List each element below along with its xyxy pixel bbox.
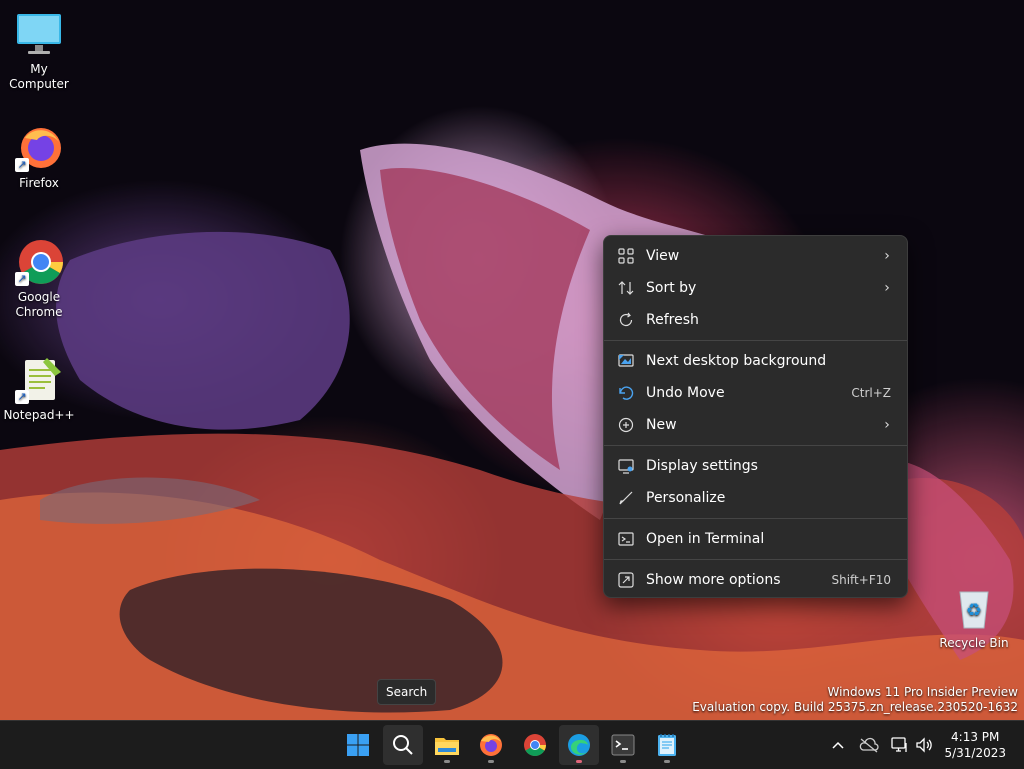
- evaluation-watermark: Windows 11 Pro Insider Preview Evaluatio…: [692, 685, 1018, 715]
- running-indicator: [664, 760, 670, 763]
- menu-item-label: New: [646, 417, 677, 433]
- taskbar-terminal[interactable]: [603, 725, 643, 765]
- taskbar-notepad[interactable]: [647, 725, 687, 765]
- chevron-right-icon: ›: [884, 280, 890, 296]
- volume-icon: [916, 737, 932, 753]
- menu-item-label: Show more options: [646, 572, 781, 588]
- running-indicator: [620, 760, 626, 763]
- taskbar: 4:13 PM 5/31/2023: [0, 720, 1024, 769]
- menu-item-label: View: [646, 248, 680, 264]
- sort-icon: [606, 280, 646, 296]
- running-indicator: [444, 760, 450, 763]
- view-grid-icon: [606, 248, 646, 264]
- menu-item-sort-by[interactable]: Sort by ›: [604, 272, 907, 304]
- shortcut-arrow-icon: ↗: [15, 390, 29, 404]
- search-icon: [393, 735, 413, 755]
- clock-date: 5/31/2023: [944, 746, 1006, 760]
- onedrive-icon: [859, 737, 879, 753]
- menu-separator: [604, 340, 907, 341]
- desktop-icon-label: Recycle Bin: [939, 636, 1009, 650]
- desktop-icon-google-chrome[interactable]: ↗ Google Chrome: [0, 238, 78, 320]
- menu-item-personalize[interactable]: Personalize: [604, 482, 907, 514]
- menu-item-refresh[interactable]: Refresh: [604, 304, 907, 336]
- desktop-icon-label: Firefox: [19, 176, 59, 190]
- onedrive-button[interactable]: [859, 735, 879, 755]
- new-plus-icon: [606, 417, 646, 433]
- terminal-icon: [611, 734, 635, 756]
- desktop-icon-recycle-bin[interactable]: ♻ Recycle Bin: [935, 584, 1013, 651]
- running-indicator: [488, 760, 494, 763]
- menu-item-label: Undo Move: [646, 385, 725, 401]
- menu-item-display-settings[interactable]: Display settings: [604, 450, 907, 482]
- monitor-icon: [17, 14, 61, 54]
- desktop-icon-notepad-plus-plus[interactable]: ↗ Notepad++: [0, 356, 78, 423]
- recycle-bin-icon: ♻: [959, 591, 989, 629]
- taskbar-file-explorer[interactable]: [427, 725, 467, 765]
- chevron-up-icon: [832, 741, 844, 749]
- menu-item-label: Open in Terminal: [646, 531, 765, 547]
- desktop-context-menu: View › Sort by › Refresh Next desktop ba…: [603, 235, 908, 598]
- desktop-icon-label: Google Chrome: [15, 290, 63, 319]
- edge-icon: [568, 734, 590, 756]
- watermark-line-2: Evaluation copy. Build 25375.zn_release.…: [692, 700, 1018, 714]
- menu-item-new[interactable]: New ›: [604, 409, 907, 441]
- desktop-icon-my-computer[interactable]: My Computer: [0, 10, 78, 92]
- menu-item-open-in-terminal[interactable]: Open in Terminal: [604, 523, 907, 555]
- network-button[interactable]: [890, 735, 910, 755]
- menu-separator: [604, 518, 907, 519]
- desktop-icon-label: Notepad++: [3, 408, 75, 422]
- start-button[interactable]: [338, 725, 378, 765]
- menu-item-label: Display settings: [646, 458, 758, 474]
- chevron-right-icon: ›: [884, 248, 890, 264]
- file-explorer-icon: [435, 738, 459, 755]
- clock-time: 4:13 PM: [951, 730, 1000, 744]
- menu-item-shortcut: Ctrl+Z: [851, 386, 891, 400]
- menu-item-view[interactable]: View ›: [604, 240, 907, 272]
- desktop-icon-firefox[interactable]: ↗ Firefox: [0, 124, 78, 191]
- notepad-icon: [658, 734, 676, 756]
- terminal-icon: [606, 531, 646, 547]
- menu-item-label: Next desktop background: [646, 353, 827, 369]
- network-icon: [891, 737, 907, 752]
- more-options-icon: [606, 572, 646, 588]
- start-icon: [347, 734, 369, 756]
- personalize-brush-icon: [606, 490, 646, 506]
- taskbar-firefox[interactable]: [471, 725, 511, 765]
- refresh-icon: [606, 312, 646, 328]
- menu-item-undo-move[interactable]: Undo Move Ctrl+Z: [604, 377, 907, 409]
- display-settings-icon: [606, 458, 646, 474]
- next-background-icon: [606, 353, 646, 369]
- menu-separator: [604, 445, 907, 446]
- watermark-line-1: Windows 11 Pro Insider Preview: [827, 685, 1018, 699]
- menu-separator: [604, 559, 907, 560]
- menu-item-next-desktop-background[interactable]: Next desktop background: [604, 345, 907, 377]
- menu-item-show-more-options[interactable]: Show more options Shift+F10: [604, 564, 907, 596]
- shortcut-arrow-icon: ↗: [15, 158, 29, 172]
- menu-item-shortcut: Shift+F10: [831, 573, 891, 587]
- svg-text:♻: ♻: [966, 600, 982, 621]
- taskbar-edge[interactable]: [559, 725, 599, 765]
- taskbar-chrome[interactable]: [515, 725, 555, 765]
- menu-item-label: Refresh: [646, 312, 699, 328]
- desktop-icon-label: My Computer: [9, 62, 69, 91]
- system-clock[interactable]: 4:13 PM 5/31/2023: [944, 729, 1006, 761]
- show-hidden-icons-button[interactable]: [828, 735, 848, 755]
- chevron-right-icon: ›: [884, 417, 890, 433]
- shortcut-arrow-icon: ↗: [15, 272, 29, 286]
- firefox-icon: [480, 734, 502, 756]
- chrome-icon: [524, 734, 546, 756]
- search-button[interactable]: [383, 725, 423, 765]
- menu-item-label: Sort by: [646, 280, 697, 296]
- volume-button[interactable]: [914, 735, 934, 755]
- menu-item-label: Personalize: [646, 490, 726, 506]
- undo-icon: [606, 385, 646, 401]
- search-tooltip: Search: [377, 679, 437, 705]
- running-indicator: [576, 760, 582, 763]
